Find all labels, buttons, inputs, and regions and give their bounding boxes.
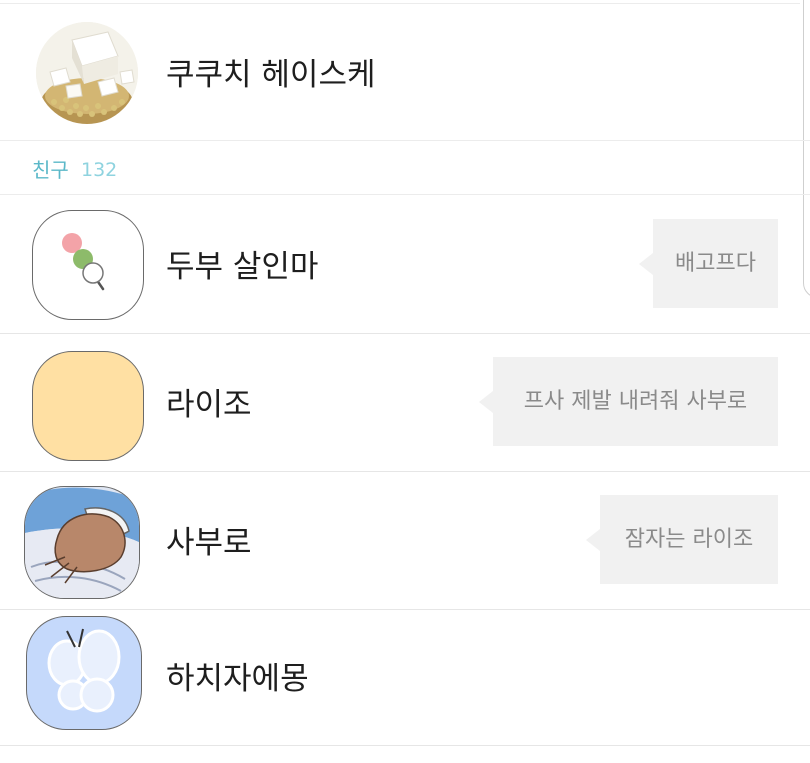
list-item[interactable]: 라이조 프사 제발 내려줘 사부로 — [0, 334, 810, 472]
status-message-bubble[interactable]: 잠자는 라이조 — [586, 495, 778, 584]
dango-icon — [62, 233, 105, 291]
butterfly-icon — [47, 628, 121, 713]
friend-name: 라이조 — [166, 387, 252, 423]
my-name: 쿠쿠치 헤이스케 — [166, 57, 376, 93]
list-item[interactable]: 두부 살인마 배고프다 — [0, 196, 810, 334]
status-message: 배고프다 — [675, 251, 756, 276]
avatar[interactable] — [36, 22, 138, 124]
my-profile-row[interactable]: 쿠쿠치 헤이스케 — [0, 4, 810, 141]
status-message: 프사 제발 내려줘 사부로 — [523, 389, 748, 414]
sleeping-person-icon — [25, 487, 139, 598]
tofu-photo-icon — [36, 22, 138, 124]
friend-name: 두부 살인마 — [166, 249, 319, 285]
avatar[interactable] — [24, 486, 140, 599]
status-message-bubble[interactable]: 배고프다 — [639, 219, 778, 308]
friends-section-header — [0, 141, 810, 195]
status-message-bubble[interactable]: 프사 제발 내려줘 사부로 — [479, 357, 778, 446]
friend-count: 132 — [81, 159, 118, 181]
section-title: 친구 — [32, 158, 69, 182]
avatar[interactable] — [26, 616, 142, 730]
avatar[interactable] — [32, 210, 144, 320]
friends-list-screen: 쿠쿠치 헤이스케 친구 132 두부 살인마 배고프다 라이조 프사 제발 내려… — [0, 0, 810, 763]
friend-name: 하치자에몽 — [166, 661, 309, 697]
status-message: 잠자는 라이조 — [624, 527, 754, 552]
avatar[interactable] — [32, 351, 144, 461]
list-item[interactable]: 하치자에몽 — [0, 610, 810, 746]
friend-name: 사부로 — [166, 525, 252, 561]
list-item[interactable]: 사부로 잠자는 라이조 — [0, 472, 810, 610]
